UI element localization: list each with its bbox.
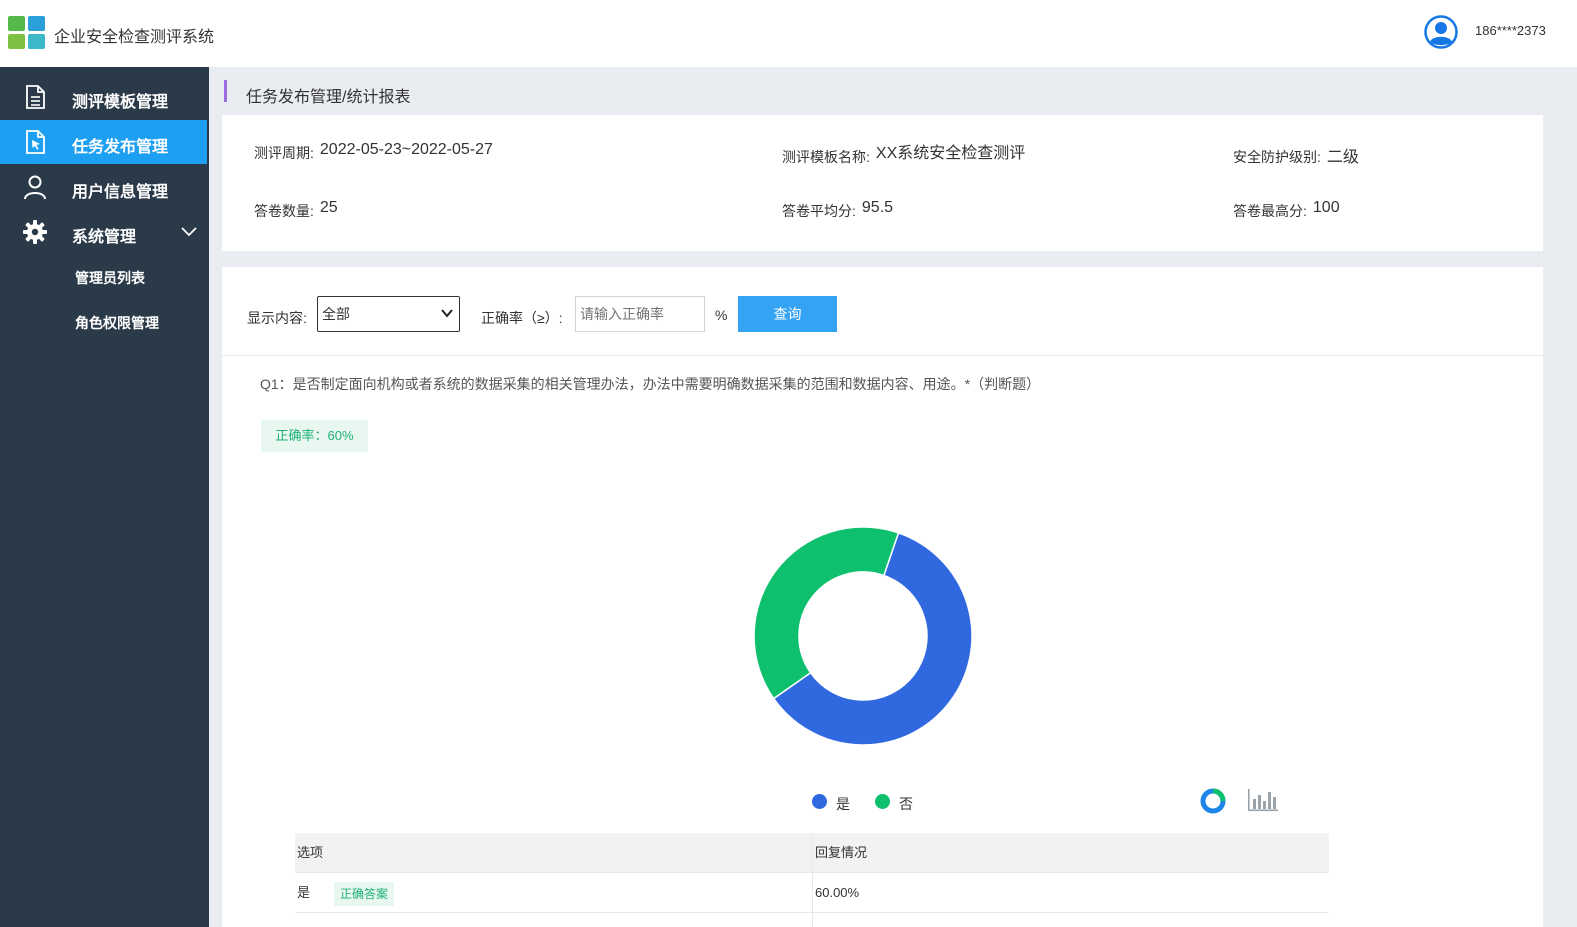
- query-button[interactable]: 查询: [738, 296, 837, 332]
- info-label: 测评模板名称:: [782, 149, 870, 165]
- info-average-score: 答卷平均分: 95.5: [782, 199, 894, 221]
- task-info-card: 测评周期: 2022-05-23~2022-05-27 测评模板名称: XX系统安全…: [222, 115, 1543, 251]
- info-security-level: 安全防护级别: 二级: [1233, 143, 1359, 167]
- display-content-label: 显示内容:: [247, 310, 307, 326]
- sidebar-item-label: 系统管理: [72, 229, 137, 246]
- reply-table: 选项 回复情况 是 正确答案 60.00%: [295, 833, 1329, 927]
- sidebar-item-system[interactable]: 系统管理: [0, 210, 209, 254]
- sidebar: 测评模板管理 任务发布管理 用户信息管理 系统管理 管理员列表 角色权限管理: [0, 67, 209, 927]
- statistics-card: 显示内容: 全部 正确率（≥）: % 查询 Q1：是否制定面向机构或者系统的数据…: [222, 267, 1543, 927]
- table-header-option: 选项: [295, 833, 813, 873]
- display-content-select[interactable]: 全部: [317, 296, 460, 332]
- donut-slice-no[interactable]: [753, 526, 900, 700]
- bar-chart-toggle-icon[interactable]: [1247, 787, 1279, 813]
- info-value: 100: [1312, 199, 1340, 216]
- info-label: 安全防护级别:: [1233, 149, 1321, 165]
- sidebar-item-label: 任务发布管理: [72, 139, 169, 156]
- document-icon: [26, 85, 45, 109]
- table-cell-reply: [813, 913, 1329, 927]
- chevron-down-icon: [441, 309, 453, 318]
- breadcrumb-text: 任务发布管理/统计报表: [246, 89, 411, 106]
- info-label: 答卷平均分:: [782, 203, 856, 219]
- table-cell-option: [295, 913, 813, 927]
- info-max-score: 答卷最高分: 100: [1233, 199, 1340, 221]
- top-header: 企业安全检查测评系统 186****2373: [0, 0, 1577, 67]
- table-row: [295, 913, 1329, 927]
- accuracy-input[interactable]: [575, 296, 705, 332]
- option-text: 是: [297, 885, 311, 900]
- user-icon: [24, 175, 46, 200]
- info-value: 25: [319, 199, 338, 216]
- info-value: 95.5: [861, 199, 894, 216]
- chevron-down-icon: [181, 227, 197, 237]
- sidebar-item-label: 用户信息管理: [72, 184, 169, 201]
- info-period: 测评周期: 2022-05-23~2022-05-27: [254, 141, 493, 163]
- info-template-name: 测评模板名称: XX系统安全检查测评: [782, 143, 1025, 167]
- info-value: 2022-05-23~2022-05-27: [319, 141, 493, 158]
- table-cell-reply: 60.00%: [815, 885, 860, 900]
- sidebar-item-user-info[interactable]: 用户信息管理: [0, 165, 209, 209]
- legend-marker: [875, 794, 890, 809]
- table-header-row: 选项 回复情况: [295, 833, 1329, 873]
- sidebar-item-template[interactable]: 测评模板管理: [0, 75, 209, 119]
- select-value: 全部: [322, 306, 350, 322]
- info-label: 答卷最高分:: [1233, 203, 1307, 219]
- info-label: 测评周期:: [254, 145, 314, 161]
- document-cursor-icon: [26, 130, 45, 154]
- app-logo-icon: [8, 16, 46, 50]
- user-name[interactable]: 186****2373: [1475, 23, 1546, 38]
- info-answer-count: 答卷数量: 25: [254, 199, 338, 221]
- sidebar-item-admin-list[interactable]: 管理员列表: [0, 257, 209, 297]
- accuracy-filter-label: 正确率（≥）:: [481, 310, 563, 326]
- sidebar-item-task-publish[interactable]: 任务发布管理: [0, 120, 207, 164]
- gear-icon: [23, 220, 47, 244]
- divider: [222, 355, 1543, 356]
- legend-marker: [812, 794, 827, 809]
- accuracy-badge: 正确率：60%: [261, 420, 368, 452]
- user-avatar-icon[interactable]: [1424, 15, 1458, 49]
- correct-answer-tag: 正确答案: [334, 881, 395, 906]
- breadcrumb-accent-bar: [224, 80, 227, 102]
- sidebar-item-label: 测评模板管理: [72, 94, 169, 111]
- legend-label: 是: [836, 796, 850, 812]
- info-value: 二级: [1326, 149, 1359, 166]
- sidebar-subitem-label: 角色权限管理: [75, 315, 159, 331]
- table-header-reply: 回复情况: [815, 845, 868, 860]
- app-title: 企业安全检查测评系统: [54, 29, 215, 46]
- question-text: Q1：是否制定面向机构或者系统的数据采集的相关管理办法，办法中需要明确数据采集的…: [260, 376, 1041, 392]
- table-cell-option: 是 正确答案: [295, 873, 813, 913]
- donut-chart-toggle-icon[interactable]: [1199, 787, 1227, 815]
- info-label: 答卷数量:: [254, 203, 314, 219]
- legend-label: 否: [899, 796, 913, 812]
- sidebar-subitem-label: 管理员列表: [75, 270, 145, 286]
- info-value: XX系统安全检查测评: [875, 145, 1026, 162]
- answer-donut-chart: [753, 526, 973, 746]
- percent-unit: %: [715, 307, 728, 323]
- sidebar-item-role-permission[interactable]: 角色权限管理: [0, 302, 209, 342]
- table-row: 是 正确答案 60.00%: [295, 873, 1329, 913]
